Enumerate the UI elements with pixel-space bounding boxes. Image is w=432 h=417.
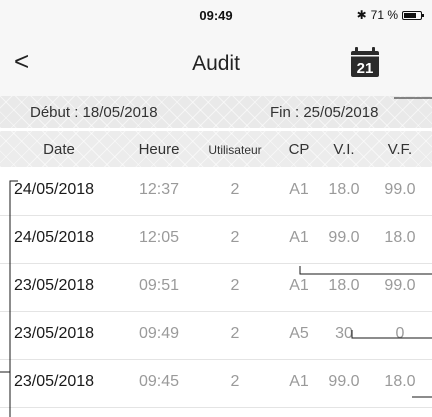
calendar-day: 21 — [357, 60, 374, 77]
column-header-date: Date — [43, 141, 75, 158]
column-header-utilisateur: Utilisateur — [208, 143, 262, 157]
cell-date: 24/05/2018 — [14, 229, 95, 246]
cell-user: 2 — [230, 229, 240, 246]
table-row[interactable]: 23/05/2018 09:45 2 A1 99.0 18.0 — [0, 359, 432, 408]
cell-cp: A1 — [289, 277, 309, 294]
table-row[interactable]: 24/05/2018 12:05 2 A1 99.0 18.0 — [0, 215, 432, 264]
cell-vf: 18.0 — [384, 373, 416, 390]
cell-user: 2 — [230, 325, 240, 342]
column-header-vi: V.I. — [333, 141, 355, 158]
cell-vf: 99.0 — [384, 277, 416, 294]
cell-vi: 30 — [335, 325, 353, 342]
cell-cp: A1 — [289, 181, 309, 198]
table-row[interactable]: 23/05/2018 09:51 2 A1 18.0 99.0 — [0, 263, 432, 312]
column-header-cp: CP — [288, 141, 310, 158]
cell-date: 23/05/2018 — [14, 325, 95, 342]
table-header: Date Heure Utilisateur CP V.I. V.F. — [0, 131, 432, 167]
calendar-button[interactable]: 21 — [350, 46, 380, 78]
cell-date: 23/05/2018 — [14, 373, 95, 390]
cell-heure: 12:37 — [138, 181, 180, 198]
battery-icon — [402, 10, 424, 20]
status-bar: 09:49 ✱ 71 % — [0, 0, 432, 30]
table-row[interactable]: 23/05/2018 09:49 2 A5 30 0 — [0, 311, 432, 360]
nav-bar: < Audit 21 — [0, 30, 432, 97]
date-end[interactable]: Fin : 25/05/2018 — [270, 104, 378, 121]
cell-date: 24/05/2018 — [14, 181, 95, 198]
status-indicators: ✱ 71 % — [356, 8, 424, 22]
cell-vi: 99.0 — [328, 373, 360, 390]
cell-vf: 99.0 — [384, 181, 416, 198]
cell-date: 23/05/2018 — [14, 277, 95, 294]
calendar-icon: 21 — [351, 47, 379, 77]
cell-heure: 09:45 — [138, 373, 180, 390]
battery-percent: 71 % — [370, 8, 398, 22]
column-header-heure: Heure — [138, 141, 180, 158]
cell-heure: 09:51 — [138, 277, 180, 294]
cell-heure: 09:49 — [138, 325, 180, 342]
cell-user: 2 — [230, 181, 240, 198]
bluetooth-icon: ✱ — [356, 8, 367, 22]
cell-vi: 99.0 — [328, 229, 360, 246]
date-start[interactable]: Début : 18/05/2018 — [30, 104, 158, 121]
column-header-vf: V.F. — [387, 141, 413, 158]
date-range-bar: Début : 18/05/2018 Fin : 25/05/2018 — [0, 96, 432, 128]
table-row[interactable]: 24/05/2018 12:37 2 A1 18.0 99.0 — [0, 167, 432, 216]
cell-cp: A1 — [289, 373, 309, 390]
cell-heure: 12:05 — [138, 229, 180, 246]
cell-vf: 0 — [395, 325, 405, 342]
cell-cp: A1 — [289, 229, 309, 246]
cell-cp: A5 — [289, 325, 309, 342]
cell-user: 2 — [230, 277, 240, 294]
cell-user: 2 — [230, 373, 240, 390]
cell-vi: 18.0 — [328, 277, 360, 294]
cell-vi: 18.0 — [328, 181, 360, 198]
cell-vf: 18.0 — [384, 229, 416, 246]
